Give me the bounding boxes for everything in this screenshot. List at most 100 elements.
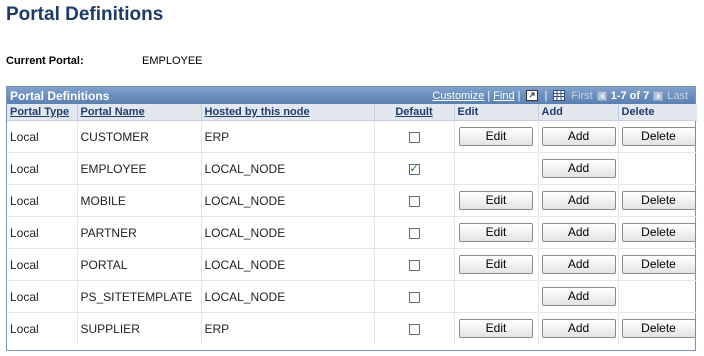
- cell-hosted-node: LOCAL_NODE: [201, 216, 375, 249]
- column-header-portal-name-label[interactable]: Portal Name: [81, 106, 145, 118]
- grid-toolbar: Customize | Find | | First 1-7 of 7 Last: [432, 87, 691, 104]
- cell-delete: Delete: [618, 248, 697, 281]
- toolbar-separator: |: [544, 89, 548, 102]
- cell-edit: Edit: [454, 120, 539, 153]
- edit-button[interactable]: Edit: [459, 223, 533, 242]
- table-row: LocalEMPLOYEELOCAL_NODE Add: [7, 152, 697, 185]
- cell-hosted-node: LOCAL_NODE: [201, 184, 375, 217]
- cell-portal-type: Local: [7, 216, 78, 249]
- page-title: Portal Definitions: [6, 4, 164, 25]
- table-row: Local CUSTOMER ERP Edit Add Delete: [7, 120, 697, 153]
- cell-default: [374, 152, 455, 185]
- toolbar-separator: |: [517, 89, 521, 102]
- edit-button[interactable]: Edit: [459, 319, 533, 338]
- delete-button[interactable]: Delete: [621, 191, 696, 210]
- cell-hosted-node: LOCAL_NODE: [201, 248, 375, 281]
- column-header-add: Add: [538, 104, 619, 121]
- cell-default: [374, 280, 455, 313]
- cell-hosted-node: LOCAL_NODE: [201, 152, 375, 185]
- column-header-edit: Edit: [454, 104, 539, 121]
- cell-edit: [454, 280, 539, 313]
- cell-edit: Edit: [454, 184, 539, 217]
- table-row: Local PORTAL LOCAL_NODE Edit Add Delete: [7, 248, 697, 281]
- default-checkbox[interactable]: [408, 259, 420, 271]
- table-row: Local SUPPLIER ERP Edit Add Delete: [7, 312, 697, 345]
- cell-portal-type: Local: [7, 152, 78, 185]
- cell-delete: Delete: [618, 184, 697, 217]
- default-checkbox[interactable]: [408, 291, 420, 303]
- previous-arrow-icon[interactable]: [596, 90, 607, 101]
- add-button[interactable]: Add: [541, 191, 616, 210]
- cell-portal-type: Local: [7, 312, 78, 344]
- delete-button[interactable]: Delete: [621, 319, 696, 338]
- default-checkbox[interactable]: [408, 195, 420, 207]
- grid-title: Portal Definitions: [10, 88, 110, 103]
- column-header-default-label[interactable]: Default: [395, 106, 432, 118]
- default-checkbox[interactable]: [408, 131, 420, 143]
- cell-hosted-node: ERP: [201, 120, 375, 153]
- current-portal-label: Current Portal:: [6, 55, 84, 67]
- table-row: Local PARTNER LOCAL_NODE Edit Add Delete: [7, 216, 697, 249]
- delete-button[interactable]: Delete: [621, 223, 696, 242]
- column-header-portal-type-label[interactable]: Portal Type: [10, 106, 69, 118]
- delete-button[interactable]: Delete: [621, 127, 696, 146]
- cell-edit: Edit: [454, 248, 539, 281]
- add-button[interactable]: Add: [541, 255, 616, 274]
- cell-portal-type: Local: [7, 248, 78, 281]
- default-checkbox[interactable]: [408, 162, 420, 175]
- table-header-row: Portal Type Portal Name Hosted by this n…: [7, 104, 697, 121]
- add-button[interactable]: Add: [541, 223, 616, 242]
- toolbar-separator: |: [487, 89, 491, 102]
- column-header-hosted[interactable]: Hosted by this node: [201, 104, 375, 121]
- cell-default: [374, 312, 455, 344]
- cell-portal-name: PORTAL: [77, 248, 202, 281]
- cell-add: Add: [538, 280, 619, 313]
- cell-delete: Delete: [618, 120, 697, 153]
- row-range: 1-7 of 7: [610, 89, 650, 102]
- cell-edit: Edit: [454, 312, 539, 344]
- grid-header-bar: Portal Definitions Customize | Find | | …: [7, 87, 695, 104]
- column-header-default[interactable]: Default: [374, 104, 455, 121]
- last-link[interactable]: Last: [667, 90, 688, 102]
- cell-portal-type: Local: [7, 280, 78, 313]
- cell-delete: Delete: [618, 313, 697, 345]
- add-button[interactable]: Add: [541, 287, 616, 306]
- column-header-portal-type[interactable]: Portal Type: [7, 104, 78, 121]
- add-button[interactable]: Add: [541, 319, 616, 338]
- cell-portal-name: PS_SITETEMPLATE: [77, 280, 202, 313]
- default-checkbox[interactable]: [408, 227, 420, 239]
- cell-default: [374, 184, 455, 217]
- cell-portal-name: MOBILE: [77, 184, 202, 217]
- spreadsheet-icon[interactable]: [553, 90, 566, 101]
- cell-hosted-node: ERP: [201, 312, 375, 344]
- cell-add: Add: [538, 120, 619, 153]
- delete-button[interactable]: Delete: [621, 255, 696, 274]
- table-body: Local CUSTOMER ERP Edit Add Delete Local EMPLOY…: [7, 120, 697, 345]
- edit-button[interactable]: Edit: [459, 191, 533, 210]
- edit-button[interactable]: Edit: [459, 255, 533, 274]
- cell-default: [374, 248, 455, 281]
- cell-edit: [454, 152, 539, 185]
- cell-portal-name: PARTNER: [77, 216, 202, 249]
- first-link[interactable]: First: [571, 90, 592, 102]
- customize-link[interactable]: Customize: [432, 90, 484, 102]
- find-link[interactable]: Find: [493, 90, 514, 102]
- next-arrow-icon[interactable]: [653, 90, 664, 101]
- cell-portal-type: Local: [7, 120, 78, 153]
- add-button[interactable]: Add: [541, 127, 616, 146]
- portal-definitions-grid: Portal Definitions Customize | Find | | …: [6, 86, 697, 351]
- default-checkbox[interactable]: [408, 323, 420, 335]
- column-header-portal-name[interactable]: Portal Name: [77, 104, 202, 121]
- view-all-icon[interactable]: [526, 90, 539, 101]
- add-button[interactable]: Add: [541, 159, 616, 178]
- cell-add: Add: [538, 152, 619, 185]
- cell-default: [374, 216, 455, 249]
- cell-add: Add: [538, 312, 619, 344]
- cell-add: Add: [538, 184, 619, 217]
- portal-table: Portal Type Portal Name Hosted by this n…: [7, 104, 697, 344]
- column-header-hosted-label[interactable]: Hosted by this node: [205, 106, 310, 118]
- cell-portal-type: Local: [7, 184, 78, 217]
- cell-portal-name: SUPPLIER: [77, 312, 202, 344]
- edit-button[interactable]: Edit: [459, 127, 533, 146]
- current-portal-value: EMPLOYEE: [142, 55, 203, 67]
